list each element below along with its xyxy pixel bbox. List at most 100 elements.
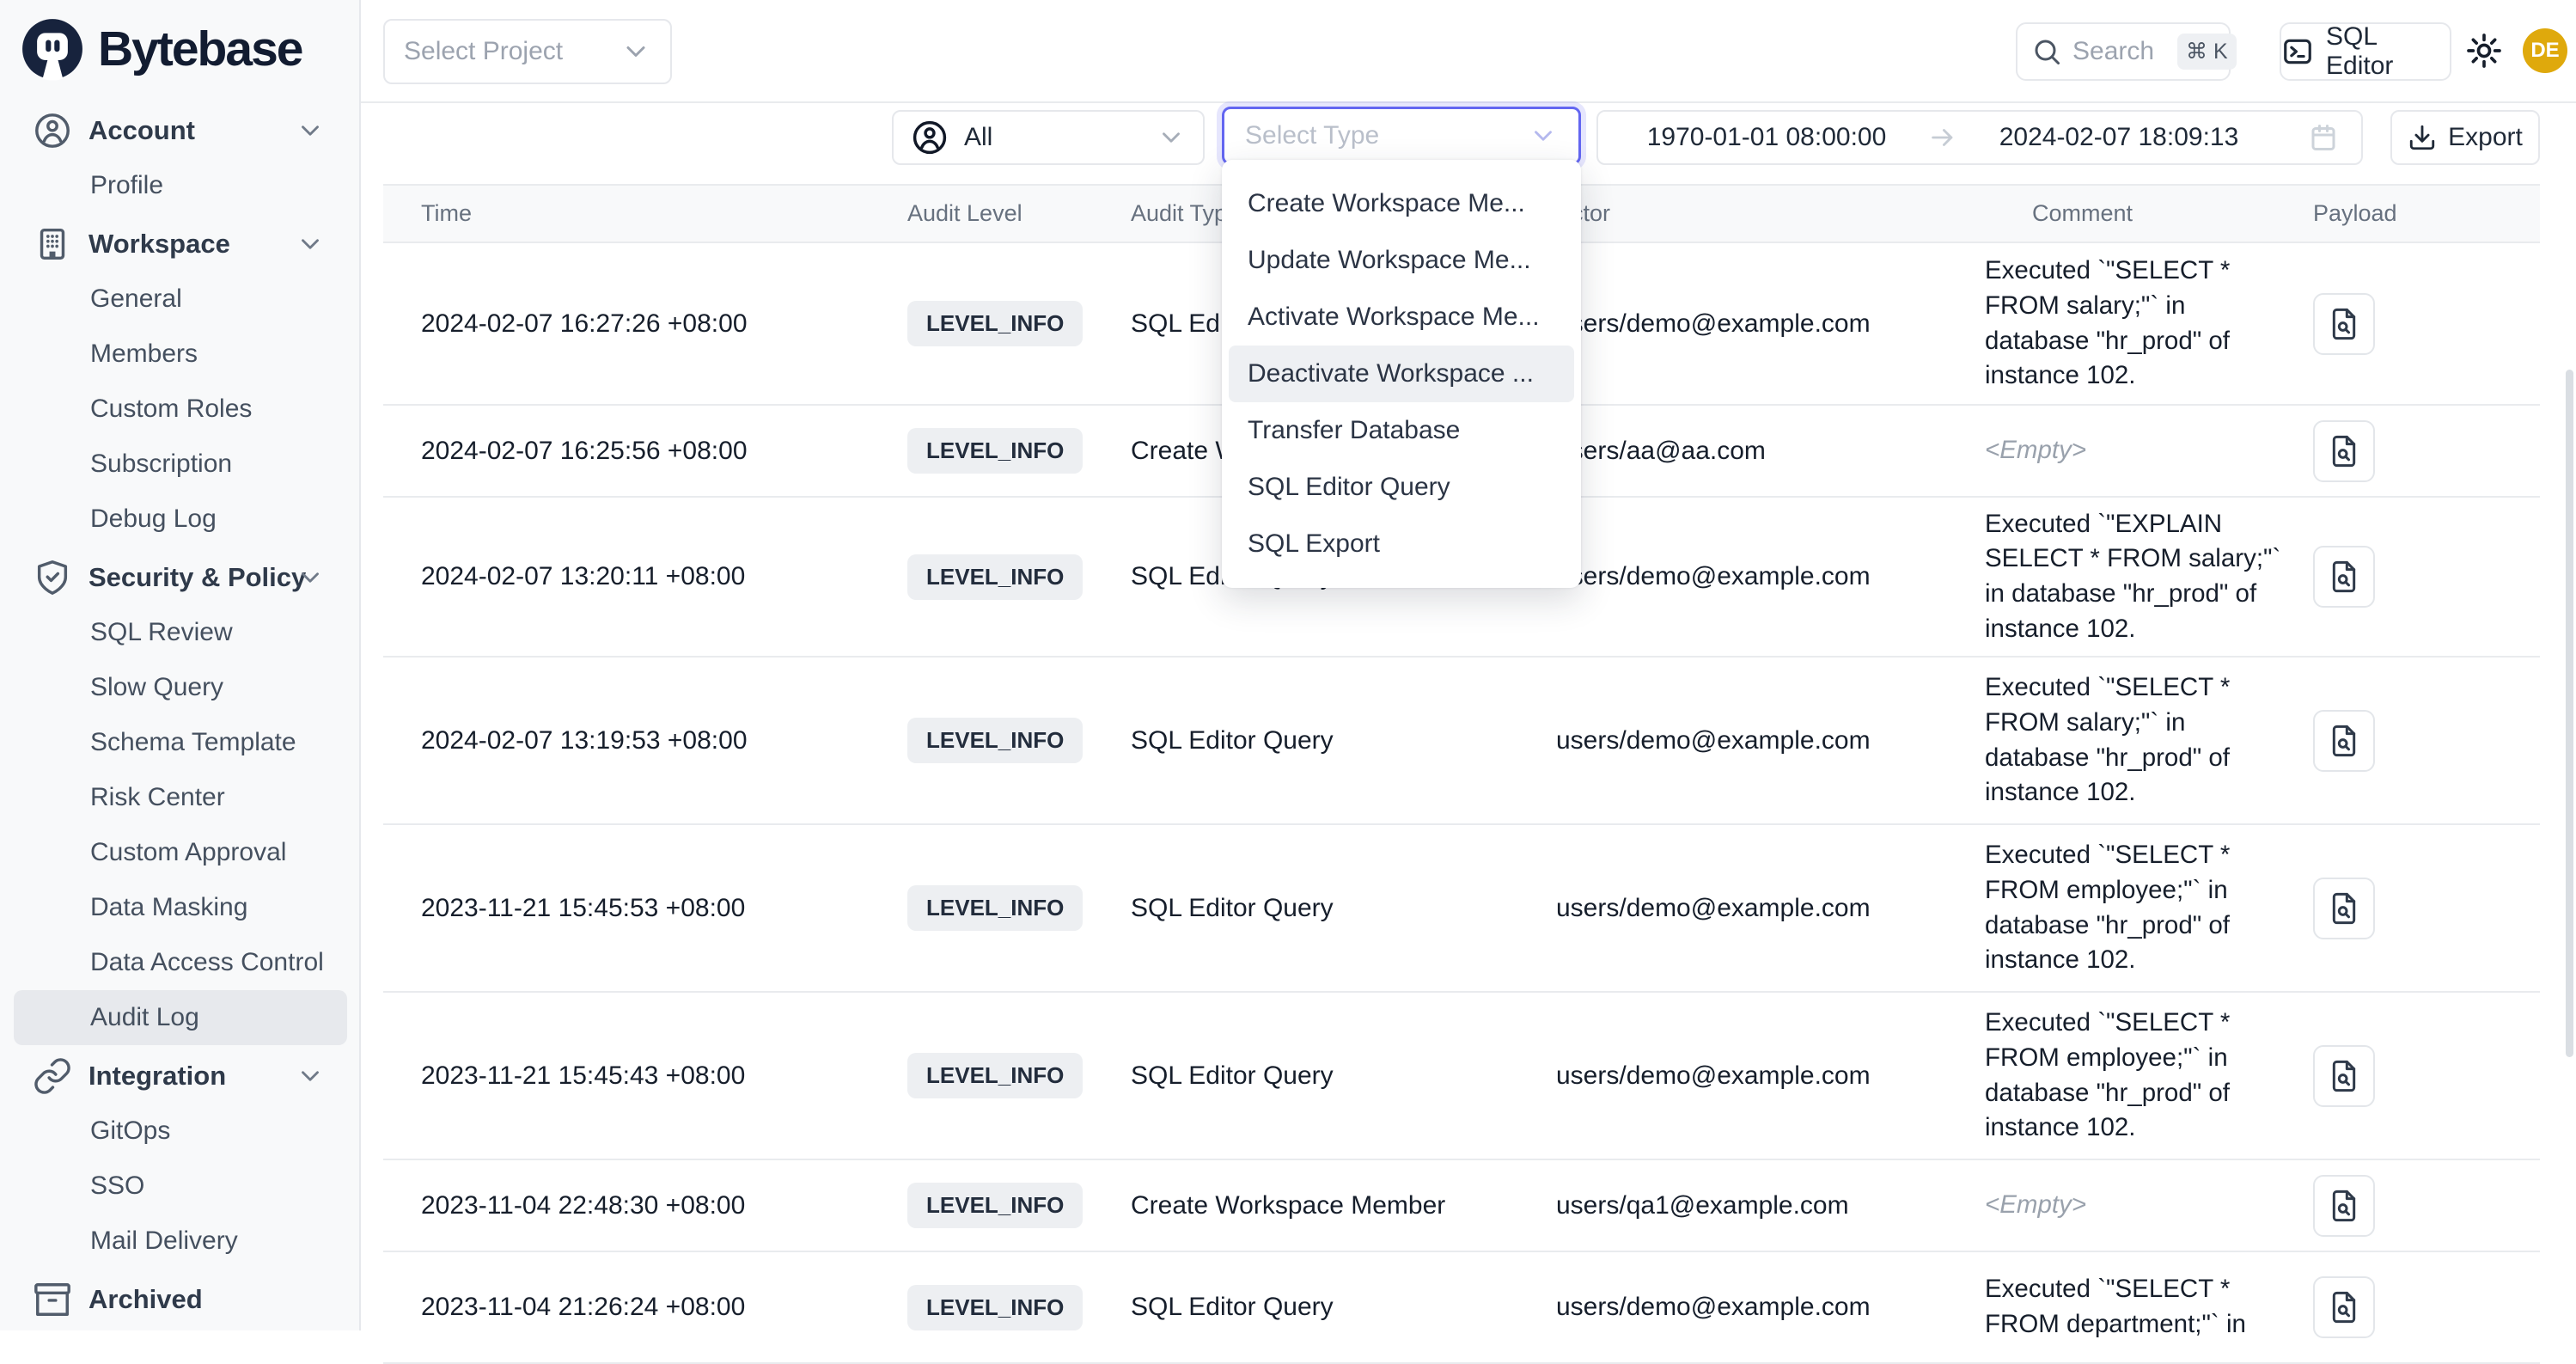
cell-actor: users/demo@example.com: [1556, 309, 1985, 339]
type-filter-dropdown: Create Workspace Me... Update Workspace M…: [1222, 160, 1581, 588]
building-icon: [33, 224, 72, 264]
table-row: 2023-11-21 15:45:43 +08:00LEVEL_INFOSQL …: [383, 993, 2540, 1160]
sidebar-item-label: Profile: [90, 171, 163, 200]
sidebar-section-archived[interactable]: Archived: [14, 1272, 347, 1327]
type-option-label: Create Workspace Me...: [1248, 189, 1525, 218]
file-search-icon: [2327, 1290, 2361, 1324]
file-search-icon: [2327, 1189, 2361, 1223]
sidebar-section-label: Security & Policy: [89, 562, 306, 593]
sidebar-item-risk-center[interactable]: Risk Center: [14, 770, 347, 825]
sidebar-section-label: Workspace: [89, 229, 230, 260]
user-avatar[interactable]: DE: [2523, 28, 2567, 73]
export-button[interactable]: Export: [2390, 110, 2540, 165]
cell-audit-level: LEVEL_INFO: [907, 885, 1131, 931]
search-shortcut-badge: ⌘ K: [2177, 34, 2237, 70]
type-option-deactivate-workspace[interactable]: Deactivate Workspace ...: [1229, 346, 1574, 402]
sidebar-item-general[interactable]: General: [14, 272, 347, 327]
cell-actor: users/demo@example.com: [1556, 726, 1985, 755]
project-select[interactable]: Select Project: [383, 19, 672, 84]
actor-filter-value: All: [964, 123, 992, 152]
date-range-picker[interactable]: 1970-01-01 08:00:00 2024-02-07 18:09:13: [1596, 110, 2363, 165]
date-from-value[interactable]: 1970-01-01 08:00:00: [1621, 123, 1913, 152]
cell-audit-level: LEVEL_INFO: [907, 718, 1131, 763]
link-icon: [33, 1056, 72, 1096]
shield-check-icon: [33, 558, 72, 597]
brand-logo[interactable]: Bytebase: [19, 15, 302, 83]
cell-actor: users/aa@aa.com: [1556, 437, 1985, 466]
user-circle-icon: [33, 111, 72, 150]
payload-view-button[interactable]: [2313, 1045, 2375, 1107]
sidebar-item-label: Debug Log: [90, 505, 217, 534]
sidebar-item-slow-query[interactable]: Slow Query: [14, 660, 347, 715]
type-filter-placeholder: Select Type: [1245, 121, 1379, 150]
date-to-value[interactable]: 2024-02-07 18:09:13: [1973, 123, 2265, 152]
gear-icon[interactable]: [2464, 31, 2504, 70]
type-option-label: SQL Editor Query: [1248, 473, 1450, 502]
cell-time: 2024-02-07 13:20:11 +08:00: [383, 562, 907, 591]
export-label: Export: [2448, 123, 2523, 152]
sidebar-item-schema-template[interactable]: Schema Template: [14, 715, 347, 770]
payload-view-button[interactable]: [2313, 1175, 2375, 1237]
payload-view-button[interactable]: [2313, 1276, 2375, 1338]
sidebar-item-label: Custom Roles: [90, 395, 252, 424]
column-header-audit-level: Audit Level: [907, 200, 1131, 227]
sidebar-item-data-masking[interactable]: Data Masking: [14, 880, 347, 935]
type-option-create-workspace-me[interactable]: Create Workspace Me...: [1229, 175, 1574, 232]
bytebase-audit-log-page: { "brand": {"name": "Bytebase", "logo_ic…: [0, 0, 2576, 1330]
sidebar-item-gitops[interactable]: GitOps: [14, 1104, 347, 1159]
payload-view-button[interactable]: [2313, 710, 2375, 772]
sidebar-section-workspace[interactable]: Workspace: [14, 217, 347, 272]
audit-level-badge: LEVEL_INFO: [907, 718, 1083, 763]
sidebar-item-custom-approval[interactable]: Custom Approval: [14, 825, 347, 880]
payload-view-button[interactable]: [2313, 420, 2375, 482]
person-circle-icon: [911, 119, 949, 156]
sidebar-item-audit-log[interactable]: Audit Log: [14, 990, 347, 1045]
sidebar-item-debug-log[interactable]: Debug Log: [14, 492, 347, 547]
audit-level-badge: LEVEL_INFO: [907, 554, 1083, 600]
sidebar-item-mail-delivery[interactable]: Mail Delivery: [14, 1214, 347, 1269]
cell-comment: Executed `"EXPLAIN SELECT * FROM salary;…: [1985, 507, 2313, 647]
sidebar-item-subscription[interactable]: Subscription: [14, 437, 347, 492]
sidebar-item-profile[interactable]: Profile: [14, 158, 347, 213]
global-search[interactable]: ⌘ K: [2016, 22, 2231, 81]
payload-view-button[interactable]: [2313, 878, 2375, 939]
sidebar-item-sso[interactable]: SSO: [14, 1159, 347, 1214]
sidebar-section-security-policy[interactable]: Security & Policy: [14, 550, 347, 605]
actor-filter-select[interactable]: All: [892, 110, 1205, 165]
sidebar-item-label: SQL Review: [90, 618, 233, 647]
type-option-label: SQL Export: [1248, 529, 1380, 559]
arrow-right-icon: [1913, 123, 1973, 152]
file-search-icon: [2327, 434, 2361, 468]
type-filter-select[interactable]: Select Type: [1222, 107, 1581, 165]
type-option-sql-export[interactable]: SQL Export: [1229, 516, 1574, 572]
type-option-transfer-database[interactable]: Transfer Database: [1229, 402, 1574, 459]
type-option-update-workspace-me[interactable]: Update Workspace Me...: [1229, 232, 1574, 289]
column-header-comment: Comment: [1985, 200, 2313, 227]
cell-audit-type: SQL Editor Query: [1131, 894, 1556, 923]
cell-comment: Executed `"SELECT * FROM salary;"` in da…: [1985, 254, 2313, 394]
cell-actor: users/qa1@example.com: [1556, 1191, 1985, 1220]
payload-view-button[interactable]: [2313, 546, 2375, 608]
chevron-down-icon: [1529, 121, 1558, 150]
cell-audit-type: SQL Editor Query: [1131, 1061, 1556, 1091]
column-header-payload: Payload: [2313, 200, 2540, 227]
cell-audit-level: LEVEL_INFO: [907, 428, 1131, 474]
sidebar-item-members[interactable]: Members: [14, 327, 347, 382]
sidebar-item-sql-review[interactable]: SQL Review: [14, 605, 347, 660]
sidebar-section-account[interactable]: Account: [14, 103, 347, 158]
type-option-sql-editor-query[interactable]: SQL Editor Query: [1229, 459, 1574, 516]
sidebar-item-label: Data Masking: [90, 893, 247, 922]
sql-editor-button[interactable]: SQL Editor: [2280, 22, 2451, 81]
sidebar-nav: Account Profile Workspace GeneralMembers Cus…: [14, 100, 347, 1327]
cell-payload: [2313, 1175, 2540, 1237]
sidebar-item-data-access-control[interactable]: Data Access Control: [14, 935, 347, 990]
search-input[interactable]: [2072, 37, 2167, 66]
terminal-icon: [2281, 35, 2314, 68]
scrollbar-thumb[interactable]: [2566, 370, 2573, 1057]
sidebar-section-integration[interactable]: Integration: [14, 1049, 347, 1104]
payload-view-button[interactable]: [2313, 293, 2375, 355]
sidebar-item-custom-roles[interactable]: Custom Roles: [14, 382, 347, 437]
cell-payload: [2313, 1045, 2540, 1107]
table-row: 2023-11-04 22:48:30 +08:00LEVEL_INFOCrea…: [383, 1160, 2540, 1252]
type-option-activate-workspace-me[interactable]: Activate Workspace Me...: [1229, 289, 1574, 346]
